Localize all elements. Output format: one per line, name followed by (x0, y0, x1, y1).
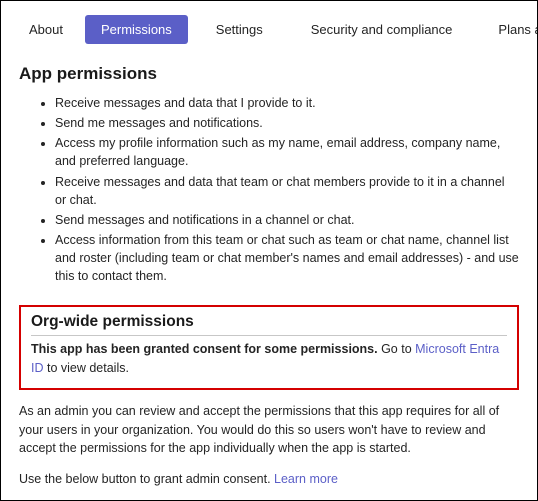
tab-about[interactable]: About (19, 15, 85, 44)
tab-security-compliance[interactable]: Security and compliance (293, 15, 483, 44)
list-item: Send me messages and notifications. (55, 114, 519, 132)
admin-review-text: As an admin you can review and accept th… (19, 402, 519, 458)
app-permissions-title: App permissions (19, 64, 519, 84)
list-item: Access information from this team or cha… (55, 231, 519, 285)
org-wide-permissions-box: Org-wide permissions This app has been g… (19, 305, 519, 390)
use-below-text: Use the below button to grant admin cons… (19, 472, 519, 486)
list-item: Receive messages and data that I provide… (55, 94, 519, 112)
tab-permissions[interactable]: Permissions (85, 15, 188, 44)
list-item: Send messages and notifications in a cha… (55, 211, 519, 229)
tab-settings[interactable]: Settings (188, 15, 293, 44)
list-item: Receive messages and data that team or c… (55, 173, 519, 209)
tab-bar: About Permissions Settings Security and … (19, 15, 519, 44)
org-wide-bold-text: This app has been granted consent for so… (31, 342, 378, 356)
list-item: Access my profile information such as my… (55, 134, 519, 170)
use-below-label: Use the below button to grant admin cons… (19, 472, 274, 486)
app-permissions-panel: About Permissions Settings Security and … (0, 0, 538, 501)
learn-more-link[interactable]: Learn more (274, 472, 338, 486)
tab-plans-pricing[interactable]: Plans and pricing (482, 15, 538, 44)
org-wide-tail: to view details. (44, 361, 129, 375)
org-wide-goto: Go to (378, 342, 416, 356)
app-permissions-list: Receive messages and data that I provide… (19, 94, 519, 285)
org-wide-message: This app has been granted consent for so… (31, 340, 507, 378)
org-wide-title: Org-wide permissions (31, 313, 507, 336)
